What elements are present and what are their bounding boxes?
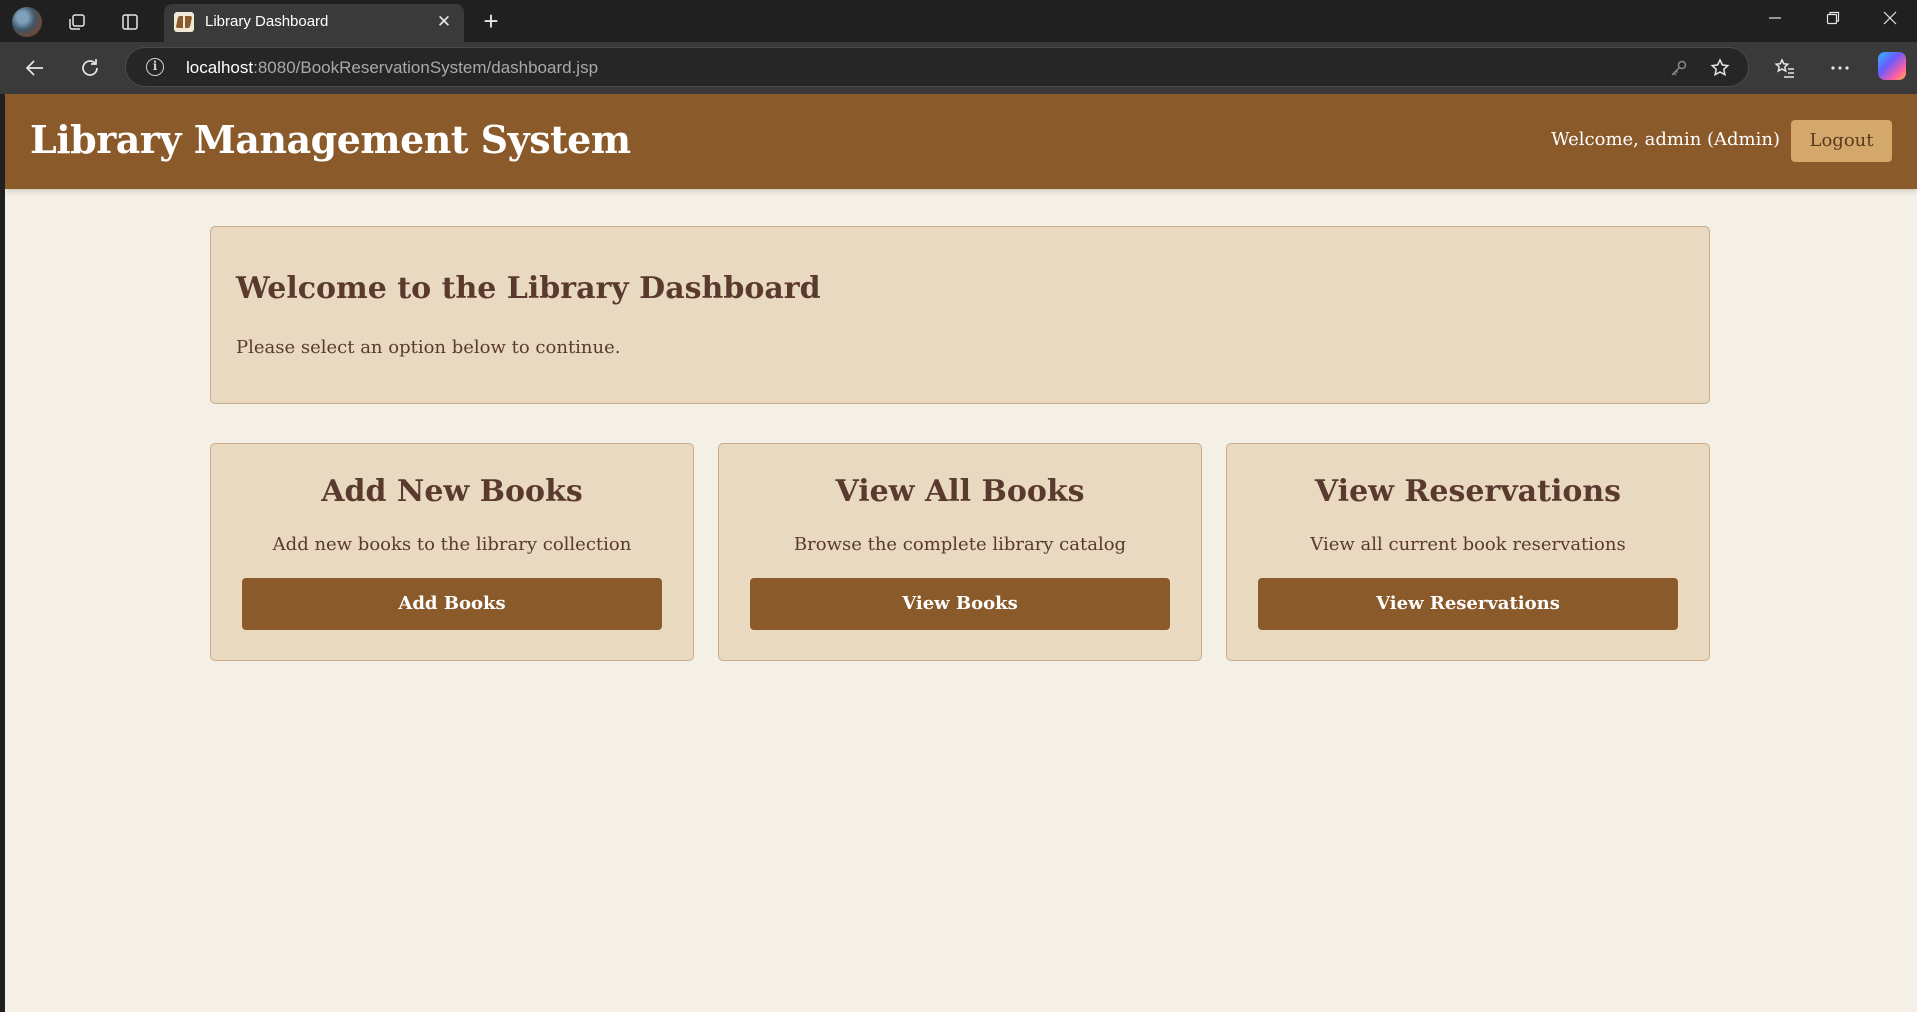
- welcome-user-text: Welcome, admin (Admin): [1551, 129, 1780, 150]
- welcome-heading: Welcome to the Library Dashboard: [236, 271, 821, 306]
- card-title: Add New Books: [321, 474, 583, 509]
- card-description: View all current book reservations: [1310, 534, 1626, 555]
- info-icon[interactable]: i: [146, 58, 164, 76]
- url-text[interactable]: localhost:8080/BookReservationSystem/das…: [186, 58, 598, 78]
- welcome-subtext: Please select an option below to continu…: [236, 337, 621, 358]
- tab-actions-icon[interactable]: [117, 9, 143, 35]
- card-view-books: View All Books Browse the complete libra…: [718, 443, 1202, 661]
- browser-tab[interactable]: Library Dashboard ✕: [164, 4, 464, 42]
- site-header: Library Management System Welcome, admin…: [5, 94, 1917, 189]
- browser-tab-strip: Library Dashboard ✕ +: [0, 0, 1917, 42]
- tab-title: Library Dashboard: [205, 13, 329, 30]
- more-dots-icon[interactable]: [1826, 54, 1854, 82]
- card-add-books: Add New Books Add new books to the libra…: [210, 443, 694, 661]
- address-bar[interactable]: i localhost:8080/BookReservationSystem/d…: [125, 47, 1749, 87]
- view-reservations-button[interactable]: View Reservations: [1258, 578, 1678, 630]
- workspaces-icon[interactable]: [64, 9, 90, 35]
- url-path: :8080/BookReservationSystem/dashboard.js…: [253, 58, 599, 77]
- restore-icon[interactable]: [1815, 8, 1851, 34]
- back-arrow-icon[interactable]: [21, 54, 49, 82]
- view-books-button[interactable]: View Books: [750, 578, 1170, 630]
- browser-toolbar: i localhost:8080/BookReservationSystem/d…: [0, 42, 1917, 94]
- key-icon[interactable]: [1668, 57, 1690, 79]
- refresh-icon[interactable]: [76, 54, 104, 82]
- plus-icon[interactable]: +: [477, 8, 505, 36]
- minimize-icon[interactable]: [1757, 8, 1793, 34]
- card-title: View Reservations: [1314, 474, 1622, 509]
- copilot-icon[interactable]: [1878, 52, 1906, 80]
- card-view-reservations: View Reservations View all current book …: [1226, 443, 1710, 661]
- url-host: localhost: [186, 58, 254, 77]
- close-window-icon[interactable]: [1872, 8, 1908, 34]
- profile-avatar-icon[interactable]: [12, 7, 42, 37]
- add-books-button[interactable]: Add Books: [242, 578, 662, 630]
- logout-button[interactable]: Logout: [1791, 120, 1892, 162]
- card-description: Add new books to the library collection: [272, 534, 632, 555]
- star-icon[interactable]: [1709, 57, 1731, 79]
- welcome-panel: Welcome to the Library Dashboard Please …: [210, 226, 1710, 404]
- close-icon[interactable]: ✕: [434, 12, 454, 32]
- favorites-list-icon[interactable]: [1771, 54, 1799, 82]
- library-book-favicon: [174, 12, 194, 32]
- card-title: View All Books: [835, 474, 1085, 509]
- page-viewport: Library Management System Welcome, admin…: [5, 94, 1917, 1012]
- site-title: Library Management System: [30, 117, 631, 162]
- card-description: Browse the complete library catalog: [793, 534, 1127, 555]
